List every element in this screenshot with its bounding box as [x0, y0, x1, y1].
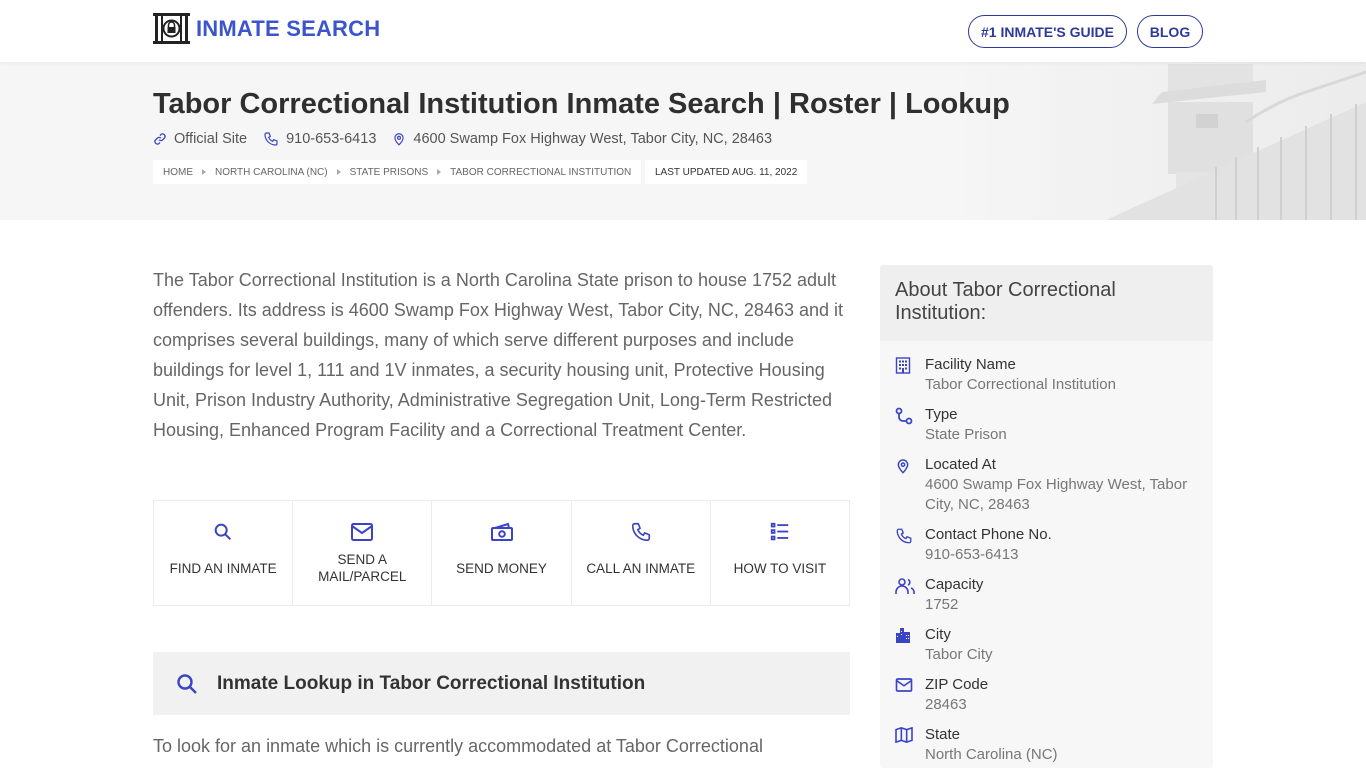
mail-icon — [351, 523, 374, 541]
breadcrumb-separator-icon — [202, 169, 206, 175]
info-item-facility-name: Facility Name Tabor Correctional Institu… — [880, 355, 1213, 395]
search-icon — [177, 673, 197, 694]
info-label: Facility Name — [925, 356, 1016, 373]
sidebar-title: About Tabor Correctional Institution: — [880, 265, 1213, 341]
facility-info-sidebar: About Tabor Correctional Institution: Fa… — [880, 265, 1213, 768]
official-site-link[interactable]: Official Site — [174, 131, 247, 147]
phone-link-wrap: 910-653-6413 — [263, 131, 376, 147]
building-icon — [895, 357, 911, 374]
top-navbar: INMATE SEARCH #1 INMATE'S GUIDE BLOG — [0, 0, 1366, 62]
info-item-zip-code: ZIP Code 28463 — [880, 675, 1213, 715]
city-icon — [896, 628, 910, 643]
site-logo[interactable]: INMATE SEARCH — [153, 13, 380, 44]
send-money-tile[interactable]: SEND MONEY — [432, 501, 572, 605]
breadcrumb-state-prisons[interactable]: STATE PRISONS — [350, 167, 429, 178]
users-icon — [895, 578, 915, 594]
info-item-contact-phone: Contact Phone No. 910-653-6413 — [880, 525, 1213, 565]
info-item-located-at: Located At 4600 Swamp Fox Highway West, … — [880, 455, 1213, 515]
inmates-guide-button[interactable]: #1 INMATE'S GUIDE — [968, 15, 1127, 48]
info-label: Located At — [925, 456, 996, 473]
prison-tower-illustration — [946, 62, 1366, 220]
info-label: State — [925, 726, 961, 743]
info-value[interactable]: 910-653-6413 — [925, 545, 1052, 565]
breadcrumb: HOME NORTH CAROLINA (NC) STATE PRISONS T… — [153, 160, 642, 184]
info-value: Tabor City — [925, 646, 993, 663]
breadcrumb-home[interactable]: HOME — [163, 167, 193, 178]
map-pin-icon — [897, 459, 909, 474]
info-item-city: City Tabor City — [880, 625, 1213, 665]
info-value: North Carolina (NC) — [925, 746, 1058, 763]
info-label: Capacity — [925, 576, 984, 593]
address-text: 4600 Swamp Fox Highway West, Tabor City,… — [413, 131, 773, 147]
find-inmate-tile[interactable]: FIND AN INMATE — [154, 501, 294, 605]
info-label: Type — [925, 406, 958, 423]
send-money-label: SEND MONEY — [456, 560, 547, 576]
hero-banner: Tabor Correctional Institution Inmate Se… — [0, 62, 1366, 220]
send-mail-tile[interactable]: SEND A MAIL/PARCEL — [293, 501, 433, 605]
breadcrumb-state[interactable]: NORTH CAROLINA (NC) — [215, 167, 328, 178]
phone-link[interactable]: 910-653-6413 — [286, 131, 376, 147]
last-updated-badge: LAST UPDATED AUG. 11, 2022 — [645, 160, 808, 184]
info-label: City — [925, 626, 951, 643]
list-icon — [770, 522, 789, 541]
info-value: 4600 Swamp Fox Highway West, Tabor City,… — [925, 476, 1188, 513]
route-icon — [895, 407, 913, 425]
breadcrumb-separator-icon — [336, 169, 341, 175]
info-item-capacity: Capacity 1752 — [880, 575, 1213, 615]
phone-icon — [896, 528, 912, 544]
blog-button[interactable]: BLOG — [1137, 15, 1203, 48]
info-value: State Prison — [925, 426, 1007, 443]
info-label: Contact Phone No. — [925, 526, 1052, 543]
map-pin-icon — [394, 133, 405, 146]
inmate-lookup-header: Inmate Lookup in Tabor Correctional Inst… — [153, 652, 850, 715]
info-value: 28463 — [925, 696, 967, 713]
phone-icon — [264, 132, 278, 146]
send-mail-label: SEND A MAIL/PARCEL — [318, 552, 407, 584]
logo-text: INMATE SEARCH — [196, 15, 381, 41]
action-tiles: FIND AN INMATE SEND A MAIL/PARCEL SEND M… — [153, 500, 850, 606]
info-item-state: State North Carolina (NC) — [880, 725, 1213, 765]
call-inmate-tile[interactable]: CALL AN INMATE — [572, 501, 711, 605]
phone-icon — [631, 522, 650, 542]
official-site-link-wrap: Official Site — [153, 131, 247, 147]
page-title: Tabor Correctional Institution Inmate Se… — [153, 88, 1010, 120]
breadcrumb-facility[interactable]: TABOR CORRECTIONAL INSTITUTION — [450, 167, 631, 178]
info-item-type: Type State Prison — [880, 405, 1213, 445]
mail-icon — [895, 678, 913, 692]
link-icon — [154, 133, 166, 145]
info-label: ZIP Code — [925, 676, 989, 693]
find-inmate-label: FIND AN INMATE — [169, 560, 277, 576]
intro-paragraph: The Tabor Correctional Institution is a … — [153, 270, 844, 440]
lookup-paragraph: To look for an inmate which is currently… — [153, 736, 763, 756]
facility-info-list: Facility Name Tabor Correctional Institu… — [880, 341, 1213, 765]
jail-lock-icon — [153, 13, 190, 44]
map-icon — [895, 726, 913, 744]
how-to-visit-tile[interactable]: HOW TO VISIT — [711, 501, 849, 605]
breadcrumb-separator-icon — [437, 169, 442, 175]
call-inmate-label: CALL AN INMATE — [586, 560, 696, 576]
facility-meta: Official Site 910-653-6413 4600 Swamp Fo… — [153, 131, 788, 147]
info-value: 1752 — [925, 596, 959, 613]
money-icon — [490, 522, 513, 541]
address-wrap: 4600 Swamp Fox Highway West, Tabor City,… — [392, 131, 772, 147]
lookup-title: Inmate Lookup in Tabor Correctional Inst… — [217, 672, 646, 694]
search-icon — [214, 523, 232, 541]
info-value: Tabor Correctional Institution — [925, 376, 1116, 393]
how-to-visit-label: HOW TO VISIT — [733, 560, 827, 576]
